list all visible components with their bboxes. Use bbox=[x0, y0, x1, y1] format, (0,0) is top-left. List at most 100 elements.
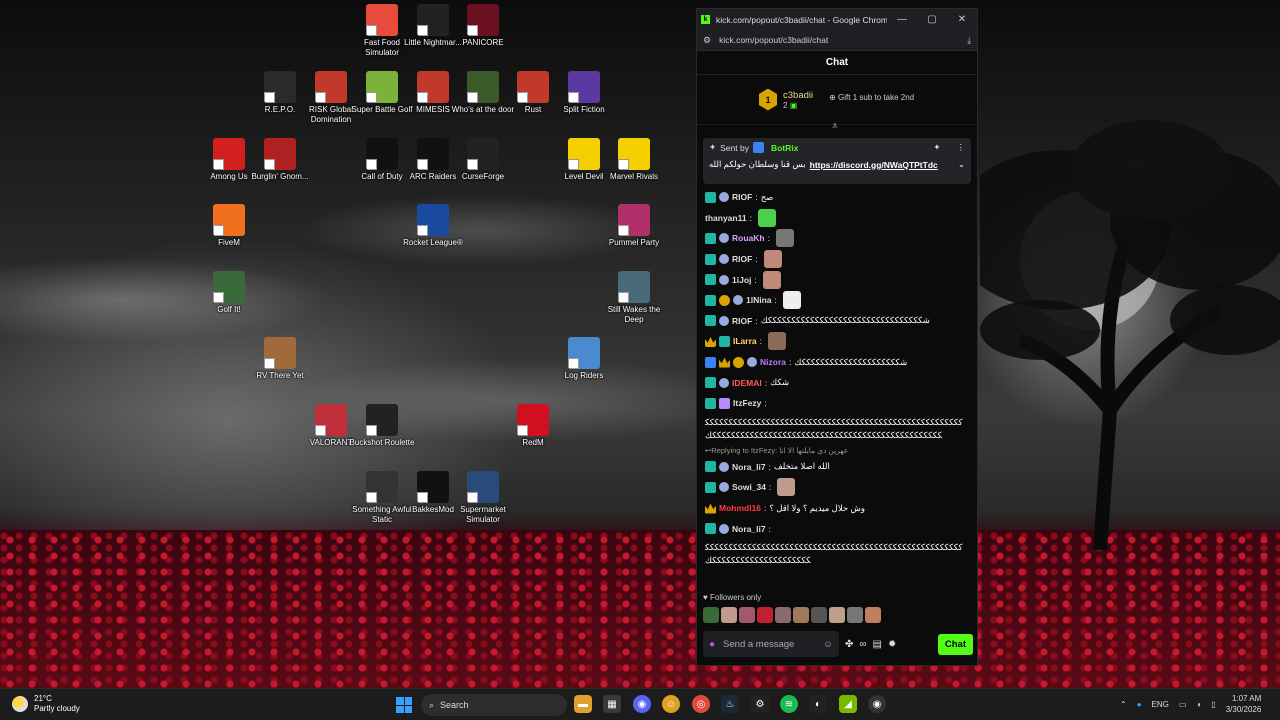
app-shortcut-icon[interactable] bbox=[618, 204, 650, 236]
discord-link[interactable]: https://discord.gg/NWaQTPtTdc bbox=[810, 160, 938, 170]
spotify-icon[interactable]: ≋ bbox=[780, 695, 798, 713]
windows-start-icon[interactable] bbox=[396, 697, 412, 713]
desktop-icon[interactable]: FiveM bbox=[194, 204, 264, 248]
desktop-icon[interactable]: PANICORE bbox=[448, 4, 518, 48]
app-shortcut-icon[interactable] bbox=[568, 337, 600, 369]
obs-icon[interactable]: ◐ bbox=[809, 695, 827, 713]
chat-username[interactable]: Nora_li7 bbox=[732, 524, 766, 534]
app-shortcut-icon[interactable] bbox=[264, 337, 296, 369]
desktop-icon[interactable]: Buckshot Roulette bbox=[347, 404, 417, 448]
desktop-icon[interactable]: CurseForge bbox=[448, 138, 518, 182]
app-shortcut-icon[interactable] bbox=[366, 138, 398, 170]
gift-sub-prompt[interactable]: ⊕ Gift 1 sub to take 2nd bbox=[829, 93, 914, 102]
desktop-icon[interactable]: Still Wakes the Deep bbox=[599, 271, 669, 325]
chat-username[interactable]: Mohmdl16 bbox=[719, 503, 761, 513]
file-explorer-icon[interactable]: ▬ bbox=[574, 695, 592, 713]
gift-icon[interactable]: ▤ bbox=[873, 639, 882, 650]
more-options-icon[interactable]: ⋮ bbox=[957, 142, 966, 153]
chrome-icon[interactable]: ◎ bbox=[692, 695, 710, 713]
chat-message[interactable]: Nora_li7: bbox=[705, 518, 967, 539]
chat-message[interactable]: IDEMAI: شكك bbox=[705, 372, 967, 393]
chat-username[interactable]: 1lNina bbox=[746, 295, 772, 305]
app-recording-icon[interactable]: ◉ bbox=[868, 695, 886, 713]
chat-message[interactable]: Sowi_34: bbox=[705, 477, 967, 498]
network-icon[interactable]: ▭ bbox=[1179, 700, 1187, 709]
window-titlebar[interactable]: k kick.com/popout/c3badii/chat - Google … bbox=[697, 9, 977, 30]
emoji-icon[interactable]: ☺ bbox=[823, 639, 833, 650]
infinity-icon[interactable]: ∞ bbox=[859, 639, 866, 650]
app-icon[interactable]: ☺ bbox=[662, 695, 680, 713]
app-shortcut-icon[interactable] bbox=[315, 71, 347, 103]
chat-username[interactable]: RIOF bbox=[732, 254, 752, 264]
app-shortcut-icon[interactable] bbox=[417, 138, 449, 170]
chat-username[interactable]: ItzFezy bbox=[733, 398, 761, 408]
close-icon[interactable]: ✕ bbox=[947, 14, 977, 25]
battery-icon[interactable]: ▯ bbox=[1211, 700, 1215, 709]
desktop-icon[interactable]: RV There Yet bbox=[245, 337, 315, 381]
url-text[interactable]: kick.com/popout/c3badii/chat bbox=[719, 35, 967, 45]
app-shortcut-icon[interactable] bbox=[417, 471, 449, 503]
settings-gear-icon[interactable]: ⚙ bbox=[751, 695, 769, 713]
weather-widget[interactable]: 21°C Partly cloudy bbox=[12, 694, 80, 714]
chat-message[interactable]: Mohmdl16: وش حلال ميديم ؟ ولا اقل ؟ bbox=[705, 498, 967, 519]
chat-message[interactable]: ILarra: bbox=[705, 331, 967, 352]
discord-icon[interactable]: ◉ bbox=[633, 695, 651, 713]
kicks-icon[interactable]: ✤ bbox=[845, 639, 853, 650]
collapse-pinned-icon[interactable]: ⩡ bbox=[832, 121, 838, 132]
app-shortcut-icon[interactable] bbox=[517, 71, 549, 103]
app-shortcut-icon[interactable] bbox=[366, 404, 398, 436]
chat-username[interactable]: IDEMAI bbox=[732, 378, 762, 388]
chat-username[interactable]: Sowi_34 bbox=[732, 482, 766, 492]
app-shortcut-icon[interactable] bbox=[213, 204, 245, 236]
app-shortcut-icon[interactable] bbox=[618, 271, 650, 303]
desktop-icon[interactable]: Golf It! bbox=[194, 271, 264, 315]
chat-username[interactable]: ILarra bbox=[733, 336, 757, 346]
volume-icon[interactable]: ◖ bbox=[1196, 700, 1201, 709]
minimize-icon[interactable]: — bbox=[887, 14, 917, 25]
chat-message[interactable]: ItzFezy: bbox=[705, 393, 967, 414]
nvidia-icon[interactable]: ◢ bbox=[839, 695, 857, 713]
chat-username[interactable]: Nora_li7 bbox=[732, 462, 766, 472]
language-indicator[interactable]: ENG bbox=[1152, 700, 1169, 709]
chat-username[interactable]: Nizora bbox=[760, 357, 786, 367]
app-shortcut-icon[interactable] bbox=[264, 138, 296, 170]
desktop-icon[interactable]: Log Riders bbox=[549, 337, 619, 381]
mic-icon[interactable]: ● bbox=[709, 639, 715, 650]
expand-chevron-icon[interactable]: ⌄ bbox=[958, 159, 965, 170]
mic-tray-icon[interactable]: ● bbox=[1137, 700, 1142, 709]
chat-message[interactable]: Nizora: شكككككككككككككككككككككك bbox=[705, 352, 967, 373]
app-shortcut-icon[interactable] bbox=[315, 404, 347, 436]
chat-message[interactable]: thanyan11: bbox=[705, 208, 967, 229]
desktop-icon[interactable]: RedM bbox=[498, 404, 568, 448]
tray-chevron-icon[interactable]: ⌃ bbox=[1120, 700, 1127, 709]
chat-message[interactable]: RIOF: شكككككككككككككككككككككككككككككككككك bbox=[705, 311, 967, 332]
chat-username[interactable]: thanyan11 bbox=[705, 213, 747, 223]
app-shortcut-icon[interactable] bbox=[366, 471, 398, 503]
desktop-icon[interactable]: Supermarket Simulator bbox=[448, 471, 518, 525]
steam-icon[interactable]: ♨ bbox=[721, 695, 739, 713]
unpin-icon[interactable]: ✦ bbox=[933, 142, 940, 153]
desktop-icon[interactable]: Marvel Rivals bbox=[599, 138, 669, 182]
chrome-window[interactable]: k kick.com/popout/c3badii/chat - Google … bbox=[696, 8, 978, 666]
app-shortcut-icon[interactable] bbox=[213, 271, 245, 303]
address-bar[interactable]: ⚙ kick.com/popout/c3badii/chat ⤓ bbox=[697, 30, 977, 51]
chat-messages[interactable]: RIOF: صح thanyan11: RouaKh: RIOF:1iJoj:1lNin… bbox=[705, 187, 967, 587]
message-input[interactable]: ● Send a message ☺ bbox=[703, 631, 839, 657]
app-shortcut-icon[interactable] bbox=[264, 71, 296, 103]
bot-name[interactable]: BotRix bbox=[771, 143, 798, 153]
app-shortcut-icon[interactable] bbox=[618, 138, 650, 170]
maximize-icon[interactable]: ▢ bbox=[917, 14, 947, 25]
app-shortcut-icon[interactable] bbox=[467, 71, 499, 103]
chat-message[interactable]: Nora_li7: الله اصلا متخلف bbox=[705, 457, 967, 478]
emote-bar[interactable] bbox=[703, 607, 881, 623]
app-shortcut-icon[interactable] bbox=[568, 71, 600, 103]
message-placeholder[interactable]: Send a message bbox=[723, 639, 815, 650]
app-shortcut-icon[interactable] bbox=[467, 471, 499, 503]
chat-username[interactable]: RIOF bbox=[732, 192, 752, 202]
chat-message[interactable]: 1iJoj: bbox=[705, 269, 967, 290]
app-shortcut-icon[interactable] bbox=[568, 138, 600, 170]
app-shortcut-icon[interactable] bbox=[467, 4, 499, 36]
taskbar-search[interactable]: ⌕ Search bbox=[421, 694, 567, 716]
settings-icon[interactable]: ✹ bbox=[888, 639, 896, 650]
chat-message[interactable]: 1lNina: bbox=[705, 290, 967, 311]
